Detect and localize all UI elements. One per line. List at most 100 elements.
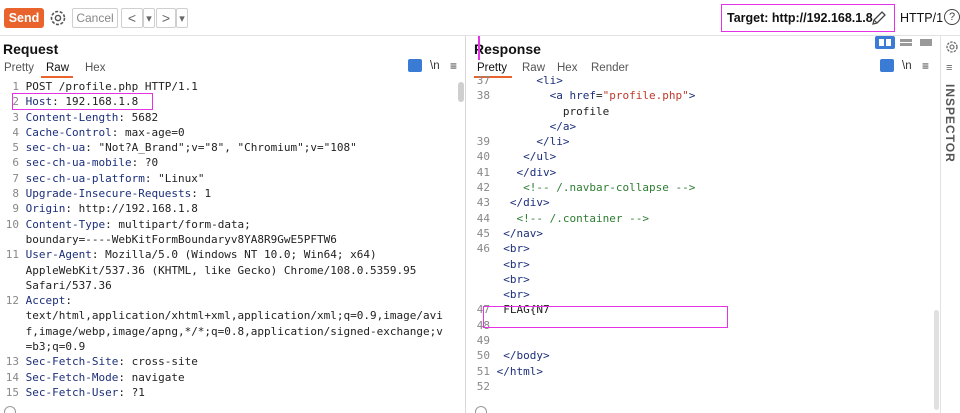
request-line: 5 sec-ch-ua: "Not?A_Brand";v="8", "Chrom… <box>0 140 443 155</box>
header-value: : "Linux" <box>144 171 205 185</box>
back-dropdown-button[interactable]: ▾ <box>143 8 155 28</box>
wrap-icon[interactable] <box>880 59 894 72</box>
header-value: : multipart/form-data; <box>105 217 251 231</box>
header-value: : ?0 <box>131 156 159 170</box>
tab-hex[interactable]: Hex <box>85 62 105 74</box>
help-icon[interactable] <box>4 406 16 413</box>
tab-pretty[interactable]: Pretty <box>4 62 34 74</box>
response-line: 38 <a href="profile.php"> <box>471 88 696 103</box>
request-line: 1 POST /profile.php HTTP/1.1 <box>0 79 443 94</box>
header-key: Cache-Control <box>25 125 112 139</box>
header-value: : <box>65 294 72 308</box>
header-value: boundary=----WebKitFormBoundaryv8YA8R9Gw… <box>25 232 337 246</box>
header-key: Sec-Fetch-Site <box>25 355 119 369</box>
code-text: </nav> <box>503 226 543 240</box>
response-line: 43 </div> <box>471 195 695 210</box>
help-icon[interactable] <box>475 406 487 413</box>
request-scrollbar[interactable] <box>458 82 464 102</box>
header-key: User-Agent <box>25 248 92 262</box>
header-value: text/html,application/xhtml+xml,applicat… <box>25 309 443 323</box>
pencil-icon[interactable] <box>870 9 888 27</box>
code-text: </body> <box>503 349 550 363</box>
response-line: 49 <box>471 333 695 348</box>
gear-icon[interactable] <box>48 8 68 28</box>
target-label: Target: http://192.168.1.8 <box>727 11 873 25</box>
request-line: Safari/537.36 <box>0 278 443 293</box>
response-line: 45 </nav> <box>471 226 695 241</box>
line-number: 44 <box>476 211 490 225</box>
newline-toggle[interactable]: \n <box>430 60 440 72</box>
request-editor[interactable]: 1 POST /profile.php HTTP/1.1 2 Host: 192.… <box>0 79 443 400</box>
active-tab-indicator <box>41 76 73 78</box>
response-line: 42 <!-- /.navbar-collapse --> <box>471 180 696 195</box>
response-line: 41 </div> <box>471 165 695 180</box>
request-line: 6 sec-ch-ua-mobile: ?0 <box>0 155 443 170</box>
response-line: 50 </body> <box>471 348 695 363</box>
response-scrollbar[interactable] <box>934 310 939 410</box>
line-number: 15 <box>5 385 19 399</box>
request-title: Request <box>3 41 59 57</box>
newline-toggle[interactable]: \n <box>902 60 912 72</box>
line-number: 6 <box>12 156 19 170</box>
request-line: 4 Cache-Control: max-age=0 <box>0 125 443 140</box>
line-number: 49 <box>476 334 490 348</box>
cursor-marker <box>478 36 480 60</box>
line-number: 4 <box>12 125 19 139</box>
line-number: 46 <box>476 242 490 256</box>
cancel-button[interactable]: Cancel <box>72 8 118 28</box>
request-line: 15 Sec-Fetch-User: ?1 <box>0 385 443 400</box>
host-highlight-box <box>12 93 153 110</box>
response-line: 52 <box>471 379 695 394</box>
forward-dropdown-button[interactable]: ▾ <box>176 8 188 28</box>
header-value: =b3;q=0.9 <box>25 340 86 354</box>
header-value: : http://192.168.1.8 <box>65 202 198 216</box>
layout-toggle[interactable] <box>874 35 936 51</box>
gear-icon[interactable] <box>945 40 959 57</box>
request-line: 10 Content-Type: multipart/form-data; <box>0 217 443 232</box>
request-line: =b3;q=0.9 <box>0 339 443 354</box>
header-value: Safari/537.36 <box>25 278 112 292</box>
line-number: 7 <box>12 171 19 185</box>
protocol-label[interactable]: HTTP/1 <box>900 11 943 25</box>
response-line: <br> <box>471 272 695 287</box>
line-number: 1 <box>12 80 19 93</box>
request-line: AppleWebKit/537.36 (KHTML, like Gecko) C… <box>0 263 443 278</box>
chevron-down-icon: ▾ <box>179 12 185 25</box>
request-line: text/html,application/xhtml+xml,applicat… <box>0 308 443 323</box>
header-key: Content-Type <box>25 217 106 231</box>
line-number: 45 <box>476 226 490 240</box>
header-value: POST /profile.php HTTP/1.1 <box>25 80 198 93</box>
line-number: 14 <box>5 370 19 384</box>
line-number: 13 <box>5 355 19 369</box>
header-key: sec-ch-ua-platform <box>25 171 145 185</box>
sliders-icon[interactable]: ≡ <box>946 62 952 74</box>
tab-raw[interactable]: Raw <box>46 62 69 74</box>
menu-icon[interactable]: ≡ <box>922 59 929 73</box>
request-line: 11 User-Agent: Mozilla/5.0 (Windows NT 1… <box>0 247 443 262</box>
response-line: 39 </li> <box>471 134 695 149</box>
back-label: < <box>127 10 137 26</box>
response-editor[interactable]: 37 <li> 38 <a href="profile.php"> profile… <box>471 73 696 394</box>
response-line: 40 </ul> <box>471 149 695 164</box>
flag-highlight-box <box>483 306 728 328</box>
menu-icon[interactable]: ≡ <box>450 59 457 73</box>
line-number: 5 <box>12 141 19 155</box>
wrap-icon[interactable] <box>408 59 422 72</box>
panel-divider[interactable] <box>465 36 466 413</box>
code-text: <br> <box>503 257 530 271</box>
send-button[interactable]: Send <box>4 8 44 28</box>
header-key: Sec-Fetch-User <box>25 385 119 399</box>
help-icon[interactable]: ? <box>944 9 960 25</box>
code-text: </ul> <box>523 150 557 164</box>
forward-button[interactable]: > <box>156 8 176 28</box>
back-button[interactable]: < <box>121 8 143 28</box>
inspector-tab[interactable]: INSPECTOR <box>943 84 957 163</box>
header-value: f,image/webp,image/apng,*/*;q=0.8,applic… <box>25 324 443 338</box>
response-line: </a> <box>471 119 695 134</box>
request-line: 13 Sec-Fetch-Site: cross-site <box>0 354 443 369</box>
request-line: boundary=----WebKitFormBoundaryv8YA8R9Gw… <box>0 232 443 247</box>
header-key: Upgrade-Insecure-Requests <box>25 187 192 201</box>
request-line: 3 Content-Length: 5682 <box>0 110 443 125</box>
header-key: Content-Length <box>25 110 119 124</box>
request-line: 8 Upgrade-Insecure-Requests: 1 <box>0 186 443 201</box>
